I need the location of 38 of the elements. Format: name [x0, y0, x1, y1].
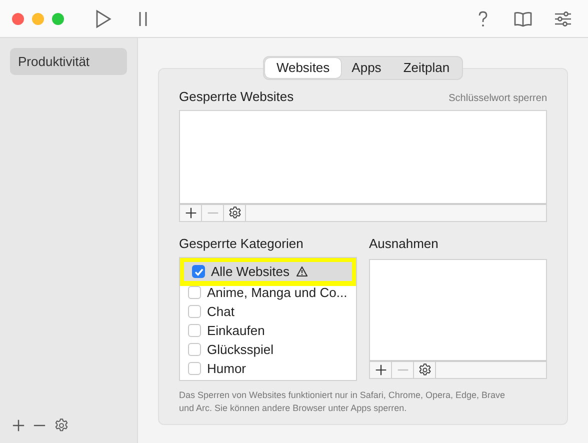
category-label: Einkaufen — [207, 323, 265, 338]
close-button[interactable] — [12, 12, 24, 24]
category-label: Chat — [207, 304, 234, 319]
category-label: Anime, Manga und Co... — [207, 285, 348, 300]
checkbox[interactable] — [192, 265, 205, 278]
category-row[interactable]: Glücksspiel — [180, 340, 356, 359]
tab[interactable]: Websites — [265, 58, 341, 78]
checkbox[interactable] — [188, 343, 201, 356]
settings-icon — [228, 206, 242, 220]
category-row[interactable]: Einkaufen — [180, 321, 356, 340]
section-title: Ausnahmen — [369, 236, 440, 251]
settings-icon — [54, 418, 69, 433]
category-row[interactable]: Chat — [180, 302, 356, 321]
tab[interactable]: Zeitplan — [392, 58, 461, 78]
plus-icon — [184, 207, 196, 219]
section-title: Gesperrte Kategorien — [179, 236, 304, 251]
zoom-button[interactable] — [52, 12, 64, 24]
checkbox[interactable] — [188, 324, 201, 337]
category-label: Glücksspiel — [207, 342, 274, 357]
checkbox[interactable] — [188, 362, 201, 375]
plus-icon — [374, 364, 386, 376]
sliders-icon — [553, 8, 573, 28]
category-row[interactable]: Anime, Manga und Co... — [180, 283, 356, 302]
checkbox[interactable] — [188, 286, 201, 299]
tab[interactable]: Apps — [340, 58, 392, 78]
category-label: Alle Websites — [211, 264, 290, 279]
keyword-link[interactable]: Schlüsselwort sperren — [448, 93, 547, 104]
add-button[interactable] — [12, 419, 25, 432]
info-note: Das Sperren von Websites funktioniert nur in Safari, Chrome, Opera, Edge, Brave und Arc. Sie können andere Browser unter Apps sperren. — [179, 389, 506, 414]
plus-icon — [12, 419, 25, 432]
settings-icon — [418, 363, 432, 377]
category-row[interactable]: Humor — [180, 359, 356, 378]
settings-button[interactable] — [54, 418, 69, 433]
checkbox[interactable] — [188, 305, 201, 318]
category-row[interactable]: Alle Websites — [184, 262, 352, 281]
sidebar-item[interactable]: Produktivität — [10, 48, 127, 75]
section-title: Gesperrte Websites — [179, 89, 294, 104]
category-label: Humor — [207, 361, 246, 376]
